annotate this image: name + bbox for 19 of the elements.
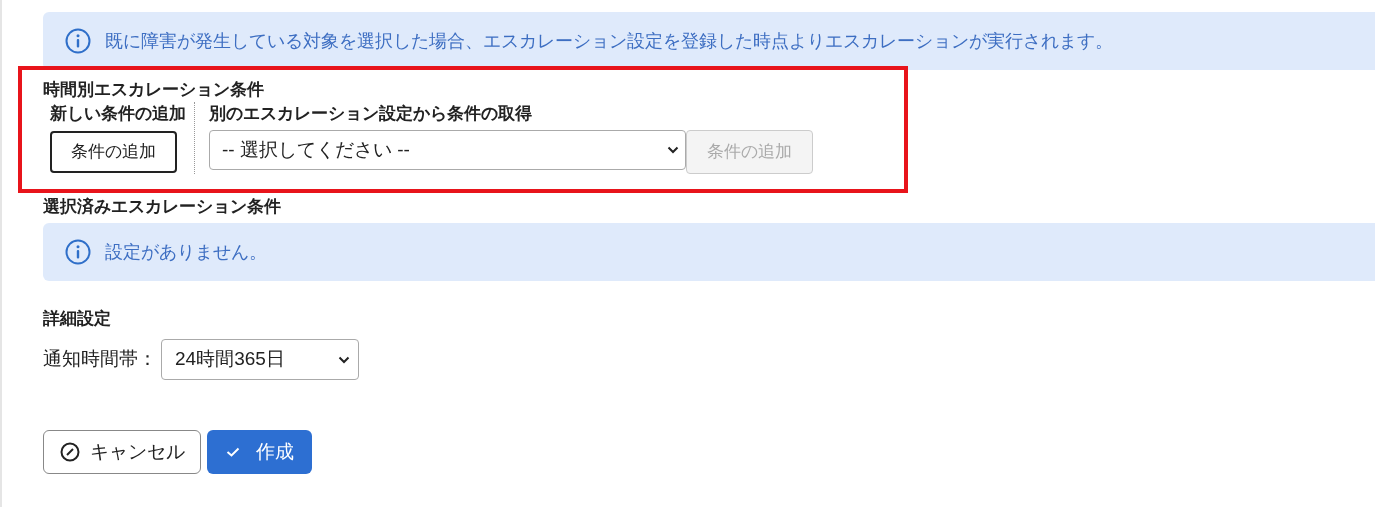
check-icon [225, 447, 240, 457]
select-dropdown[interactable]: 24時間365日 [161, 339, 359, 380]
prohibited-icon [59, 442, 80, 462]
field-label: 新しい条件の追加 [50, 103, 186, 125]
chevron-down-icon [338, 355, 350, 364]
section-heading: 時間別エスカレーション条件 [43, 79, 265, 101]
create-button[interactable]: 作成 [207, 430, 312, 474]
section-heading: 詳細設定 [43, 308, 112, 330]
info-icon [65, 239, 91, 265]
info-text: 設定がありません。 [105, 240, 267, 264]
info-icon [65, 28, 91, 54]
cancel-button[interactable]: キャンセル [43, 430, 201, 474]
field-label: 別のエスカレーション設定から条件の取得 [209, 103, 533, 125]
select-dropdown[interactable]: -- 選択してください -- [209, 130, 686, 170]
add-condition-button[interactable]: 条件の追加 [50, 131, 177, 173]
field-label: 通知時間帯： [43, 347, 157, 372]
info-text: 既に障害が発生している対象を選択した場合、エスカレーション設定を登録した時点よりエスカレーションが実行されます。 [105, 29, 1113, 53]
section-heading: 選択済みエスカレーション条件 [43, 196, 282, 218]
chevron-down-icon [667, 146, 679, 154]
